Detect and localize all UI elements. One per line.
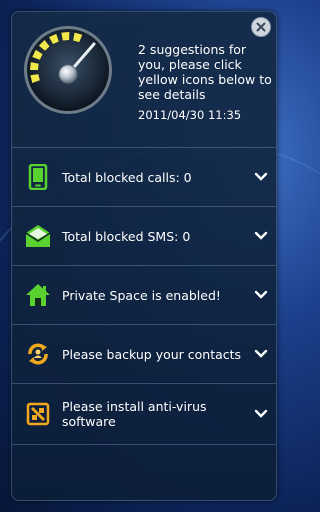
chevron-down-icon [254,231,268,240]
list-item-blocked-calls[interactable]: Total blocked calls: 0 [12,147,276,206]
chevron-down-icon [254,349,268,358]
list-item-private-space[interactable]: Private Space is enabled! [12,265,276,324]
security-summary-panel: 2 suggestions for you, please click yell… [11,11,277,501]
phone-icon [24,163,52,191]
chevron-down-icon [254,172,268,181]
house-icon [24,281,52,309]
item-label: Private Space is enabled! [62,287,221,303]
header: 2 suggestions for you, please click yell… [12,12,276,147]
chevron-down-icon [254,409,268,418]
suggestion-message: 2 suggestions for you, please click yell… [138,42,272,102]
gauge-segment [61,32,70,41]
backup-icon [24,340,52,368]
antivirus-icon [24,400,52,428]
envelope-icon [24,222,52,250]
chevron-down-icon [254,290,268,299]
item-label: Total blocked SMS: 0 [62,228,191,244]
item-label: Total blocked calls: 0 [62,169,192,185]
item-label: Please backup your contacts [62,346,242,362]
list-item-install-antivirus[interactable]: Please install anti-virus software [12,383,276,444]
list-item-backup-contacts[interactable]: Please backup your contacts [12,324,276,383]
item-label: Please install anti-virus software [62,399,207,429]
list-divider [12,444,276,445]
list-item-blocked-sms[interactable]: Total blocked SMS: 0 [12,206,276,265]
status-list: Total blocked calls: 0 Total blocked SMS… [12,147,276,445]
timestamp: 2011/04/30 11:35 [138,108,242,122]
speedometer-icon [24,26,112,114]
